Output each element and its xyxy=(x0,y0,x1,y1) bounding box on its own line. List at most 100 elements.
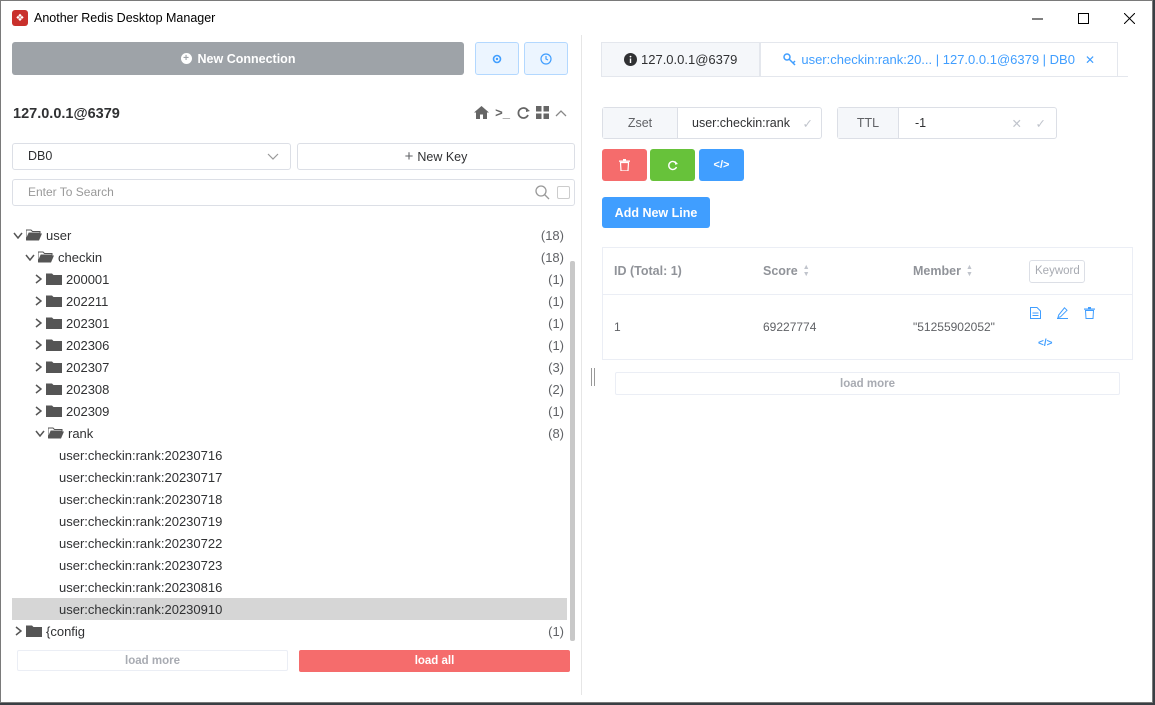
tree-label: 202306 xyxy=(66,337,110,353)
tree-key-item[interactable]: user:checkin:rank:20230716 xyxy=(12,444,567,466)
key-icon xyxy=(783,53,796,66)
tree-key-item[interactable]: user:checkin:rank:20230722 xyxy=(12,532,567,554)
folder-icon xyxy=(46,317,62,329)
new-key-button[interactable]: + New Key xyxy=(297,143,575,170)
tab-bar: 127.0.0.1@6379 user:checkin:rank:20... |… xyxy=(601,42,1119,77)
col-header-score-label: Score xyxy=(763,264,798,278)
tree-folder-config[interactable]: {config (1) xyxy=(12,620,567,642)
tree-folder-202309[interactable]: 202309 (1) xyxy=(12,400,567,422)
resize-handle[interactable] xyxy=(591,368,595,386)
search-input[interactable]: Enter To Search xyxy=(12,179,575,206)
keyword-filter-input[interactable]: Keyword xyxy=(1029,260,1085,283)
chevron-right-icon[interactable] xyxy=(32,274,44,284)
chevron-down-icon[interactable] xyxy=(12,232,24,239)
clear-icon[interactable]: ✕ xyxy=(1012,116,1022,131)
tree-key-label: user:checkin:rank:20230722 xyxy=(59,535,223,551)
refresh-icon[interactable] xyxy=(516,106,530,120)
tree-folder-202301[interactable]: 202301 (1) xyxy=(12,312,567,334)
tree-folder-200001[interactable]: 200001 (1) xyxy=(12,268,567,290)
tree-label: {config xyxy=(46,623,86,639)
col-header-member-label: Member xyxy=(913,264,961,278)
new-connection-label: New Connection xyxy=(197,51,296,66)
connection-name[interactable]: 127.0.0.1@6379 xyxy=(13,106,120,122)
chevron-down-icon[interactable] xyxy=(24,254,36,261)
load-all-keys-button[interactable]: load all xyxy=(299,650,570,672)
tree-key-item[interactable]: user:checkin:rank:20230816 xyxy=(12,576,567,598)
tree-scrollbar[interactable] xyxy=(570,261,575,641)
tree-folder-user[interactable]: user (18) xyxy=(12,224,567,246)
title-bar: ❖ Another Redis Desktop Manager xyxy=(1,1,1152,35)
chevron-down-icon[interactable] xyxy=(34,430,46,437)
tree-folder-rank[interactable]: rank (8) xyxy=(12,422,567,444)
tree-folder-checkin[interactable]: checkin (18) xyxy=(12,246,567,268)
tree-key-label: user:checkin:rank:20230718 xyxy=(59,491,223,507)
history-button[interactable] xyxy=(524,42,568,75)
tab-key-detail[interactable]: user:checkin:rank:20... | 127.0.0.1@6379… xyxy=(760,42,1119,77)
tree-key-item[interactable]: user:checkin:rank:20230719 xyxy=(12,510,567,532)
folder-icon xyxy=(26,625,42,637)
terminal-icon[interactable]: >_ xyxy=(495,105,510,120)
exact-search-checkbox[interactable] xyxy=(557,186,570,199)
refresh-key-button[interactable] xyxy=(650,149,695,181)
tree-count: (1) xyxy=(548,293,564,309)
folder-icon xyxy=(46,383,62,395)
tree-label: 202307 xyxy=(66,359,110,375)
tree-folder-202308[interactable]: 202308 (2) xyxy=(12,378,567,400)
settings-button[interactable] xyxy=(475,42,519,75)
check-icon[interactable]: ✓ xyxy=(803,116,813,131)
chevron-right-icon[interactable] xyxy=(32,318,44,328)
tree-folder-202211[interactable]: 202211 (1) xyxy=(12,290,567,312)
check-icon[interactable]: ✓ xyxy=(1036,116,1046,131)
chevron-right-icon[interactable] xyxy=(12,626,24,636)
sort-icon[interactable]: ▲ ▼ xyxy=(803,264,810,278)
minimize-button[interactable] xyxy=(1014,1,1060,35)
load-more-keys-button[interactable]: load more xyxy=(17,650,288,671)
new-connection-button[interactable]: + New Connection xyxy=(12,42,464,75)
sort-icon[interactable]: ▲ ▼ xyxy=(966,264,973,278)
db-select-value: DB0 xyxy=(28,149,53,163)
chevron-right-icon[interactable] xyxy=(32,296,44,306)
load-more-rows-button[interactable]: load more xyxy=(615,372,1120,395)
tree-key-item[interactable]: user:checkin:rank:20230723 xyxy=(12,554,567,576)
tree-count: (18) xyxy=(540,249,564,265)
code-icon[interactable]: </> xyxy=(1038,338,1052,349)
tree-label: 202301 xyxy=(66,315,110,331)
edit-icon[interactable] xyxy=(1057,307,1068,319)
dump-command-button[interactable]: </> xyxy=(699,149,744,181)
close-icon[interactable]: ✕ xyxy=(1085,53,1095,67)
tree-key-item[interactable]: user:checkin:rank:20230717 xyxy=(12,466,567,488)
tree-key-item-selected[interactable]: user:checkin:rank:20230910 xyxy=(12,598,567,620)
chevron-right-icon[interactable] xyxy=(32,362,44,372)
chevron-right-icon[interactable] xyxy=(32,406,44,416)
close-window-button[interactable] xyxy=(1106,1,1152,35)
maximize-button[interactable] xyxy=(1060,1,1106,35)
cell-id: 1 xyxy=(614,320,621,334)
chevron-up-icon[interactable] xyxy=(555,109,567,117)
tree-key-label: user:checkin:rank:20230910 xyxy=(59,601,223,617)
delete-key-button[interactable] xyxy=(602,149,647,181)
tab-connection-info[interactable]: 127.0.0.1@6379 xyxy=(601,42,761,77)
trash-icon[interactable] xyxy=(1084,307,1095,319)
ttl-label: TTL xyxy=(838,108,899,138)
cell-member: "51255902052" xyxy=(913,320,995,334)
tree-key-label: user:checkin:rank:20230716 xyxy=(59,447,223,463)
ttl-input[interactable]: -1 ✕ ✓ xyxy=(899,108,1056,138)
key-type-label: Zset xyxy=(603,108,678,138)
chevron-right-icon[interactable] xyxy=(32,340,44,350)
col-header-score[interactable]: Score ▲ ▼ xyxy=(763,248,810,294)
tree-label: 202211 xyxy=(66,293,109,309)
tree-label: 202308 xyxy=(66,381,110,397)
search-icon[interactable] xyxy=(535,185,550,200)
cell-score: 69227774 xyxy=(763,320,817,334)
chevron-right-icon[interactable] xyxy=(32,384,44,394)
tree-key-item[interactable]: user:checkin:rank:20230718 xyxy=(12,488,567,510)
home-icon[interactable] xyxy=(474,106,490,119)
db-select[interactable]: DB0 xyxy=(12,143,291,170)
key-name-input[interactable]: user:checkin:rank ✓ xyxy=(678,108,821,138)
grid-icon[interactable] xyxy=(536,106,549,119)
view-document-icon[interactable] xyxy=(1030,307,1041,319)
add-new-line-button[interactable]: Add New Line xyxy=(602,197,710,228)
tree-folder-202306[interactable]: 202306 (1) xyxy=(12,334,567,356)
col-header-member[interactable]: Member ▲ ▼ xyxy=(913,248,973,294)
tree-folder-202307[interactable]: 202307 (3) xyxy=(12,356,567,378)
